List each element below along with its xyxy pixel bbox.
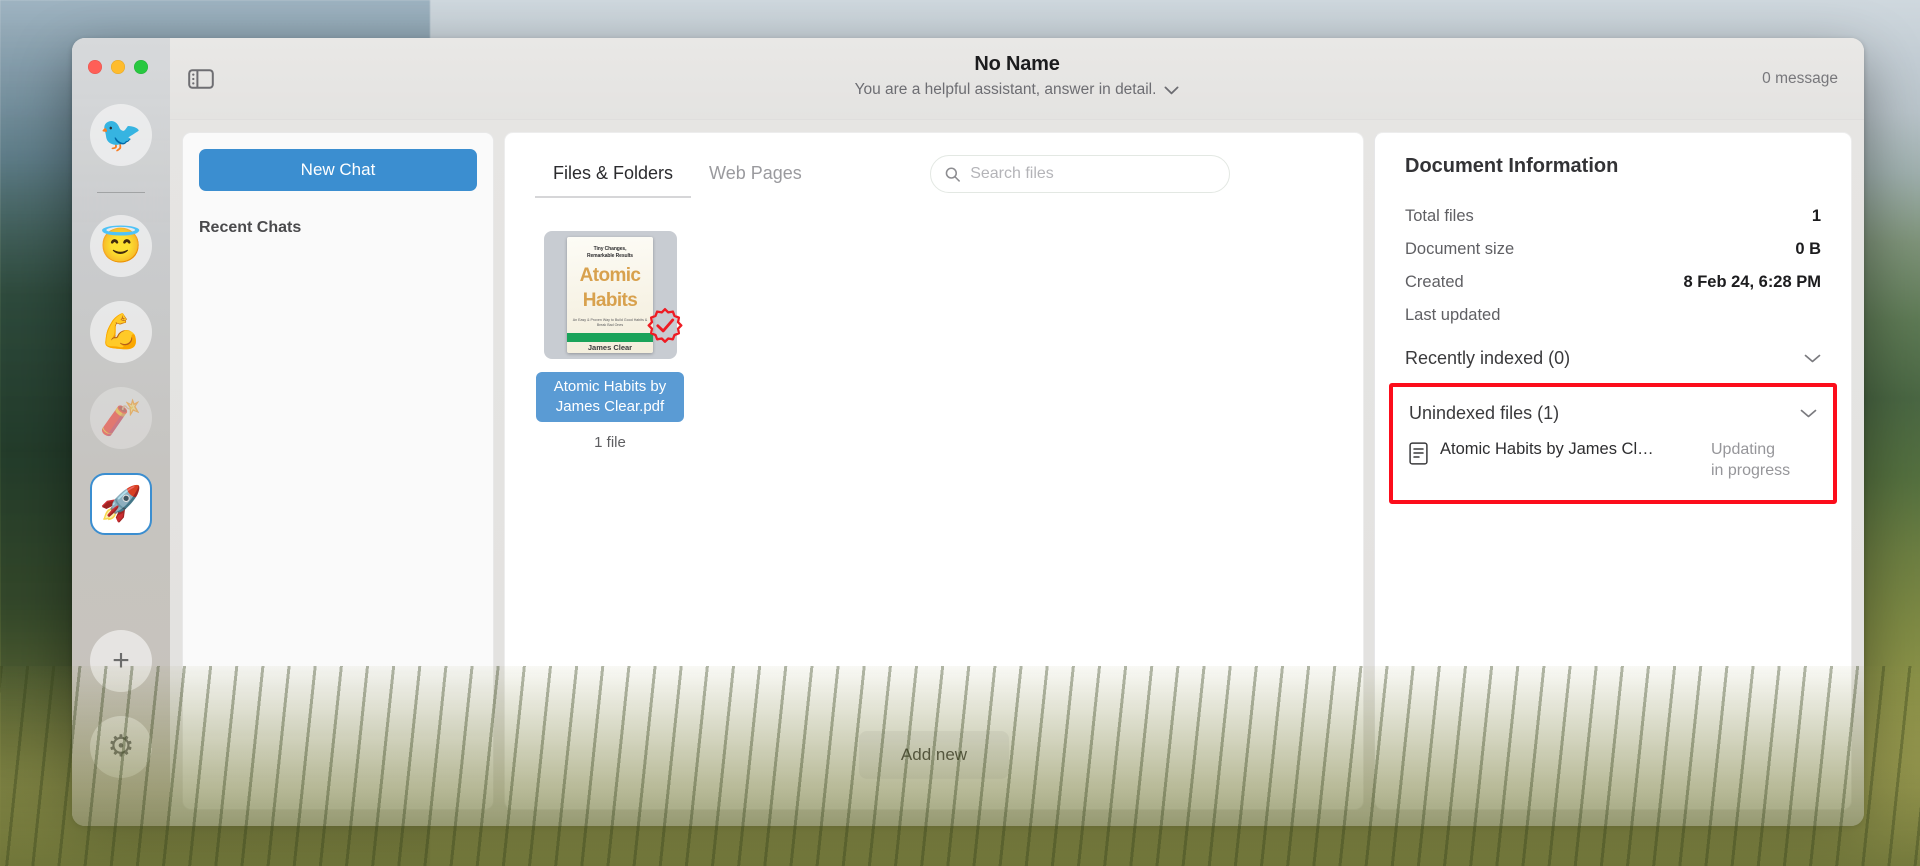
book-cover-image: Tiny Changes, Remarkable Results Atomic … [567,237,653,353]
info-row-document-size: Document size 0 B [1405,233,1821,266]
recently-indexed-label: Recently indexed (0) [1405,348,1571,368]
recent-chats-heading: Recent Chats [199,219,302,236]
rail-item-angel[interactable]: 😇 [90,215,152,277]
tab-web-pages[interactable]: Web Pages [691,163,820,198]
unindexed-files-label: Unindexed files (1) [1409,403,1560,423]
file-thumbnail: Tiny Changes, Remarkable Results Atomic … [543,231,682,359]
app-window: 🐦 😇 💪 🧨 🚀 + ⚙ No Name You are a helpful … [72,38,1864,826]
search-input[interactable] [970,165,1215,183]
message-count-label: 0 message [1762,69,1838,87]
file-name-label: Atomic Habits by James Clear.pdf [536,372,684,422]
rail-item-bird[interactable]: 🐦 [90,104,152,166]
sidebar-toggle-button[interactable] [184,62,218,96]
assistant-prompt-dropdown[interactable]: You are a helpful assistant, answer in d… [855,80,1180,100]
bird-icon: 🐦 [99,116,143,154]
page-title: No Name [974,53,1060,75]
info-label: Last updated [1405,306,1501,324]
info-value: 1 [1811,207,1821,225]
chevron-down-icon [1164,86,1179,94]
plus-icon: + [112,644,130,677]
info-label: Document size [1405,240,1515,258]
unindexed-files-section-header[interactable]: Unindexed files (1) [1409,387,1817,438]
header-center-block: No Name You are a helpful assistant, ans… [170,52,1864,100]
info-label: Created [1405,273,1464,291]
add-new-row: Add new [505,731,1363,809]
book-cover-title-line2: Habits [582,290,638,312]
rail-divider [97,192,145,193]
book-cover-subtitle: An Easy & Proven Way to Build Good Habit… [572,317,648,328]
recently-indexed-section-header[interactable]: Recently indexed (0) [1405,332,1821,383]
rail-item-rocket[interactable]: 🚀 [90,473,152,535]
close-window-button[interactable] [88,60,102,74]
files-panel: Files & Folders Web Pages Search files T… [504,132,1364,810]
files-grid: Tiny Changes, Remarkable Results Atomic … [505,205,1363,731]
info-label: Total files [1405,207,1474,225]
book-cover-author: James Clear [587,343,633,352]
gear-icon: ⚙ [107,730,135,763]
info-value: 0 B [1795,240,1821,258]
window-titlebar: No Name You are a helpful assistant, ans… [170,38,1864,120]
minimize-window-button[interactable] [111,60,125,74]
assistant-prompt-text: You are a helpful assistant, answer in d… [854,81,1157,98]
file-card[interactable]: Tiny Changes, Remarkable Results Atomic … [535,231,685,451]
rail-item-muscle[interactable]: 💪 [90,301,152,363]
check-badge-icon [647,307,682,343]
firecracker-icon: 🧨 [99,399,143,437]
window-traffic-lights [88,60,148,74]
maximize-window-button[interactable] [134,60,148,74]
files-tabs: Files & Folders Web Pages [505,133,1363,205]
add-assistant-button[interactable]: + [90,630,152,692]
window-content: No Name You are a helpful assistant, ans… [170,38,1864,826]
sidebar-toggle-icon [188,68,214,89]
search-files-field[interactable] [929,155,1230,193]
book-cover-tagline: Tiny Changes, Remarkable Results [586,246,633,259]
unindexed-files-highlight-box: Unindexed files (1) Atomic Habits by Jam… [1389,383,1837,504]
info-row-created: Created 8 Feb 24, 6:28 PM [1405,266,1821,299]
chevron-down-icon [1800,409,1817,418]
settings-button[interactable]: ⚙ [90,716,152,778]
unindexed-file-name: Atomic Habits by James Cl… [1440,440,1654,458]
info-row-last-updated: Last updated [1405,299,1821,332]
window-body: New Chat Recent Chats Files & Folders We… [170,120,1864,826]
assistant-rail: 🐦 😇 💪 🧨 🚀 + ⚙ [72,38,170,826]
info-row-total-files: Total files 1 [1405,200,1821,233]
chevron-down-icon [1804,354,1821,363]
angel-icon: 😇 [99,227,143,265]
rail-bottom-group: + ⚙ [90,630,152,826]
add-new-button[interactable]: Add new [858,731,1010,779]
rocket-icon: 🚀 [99,485,143,523]
search-icon [945,166,960,182]
new-chat-button[interactable]: New Chat [199,149,477,191]
desktop-wallpaper: 🐦 😇 💪 🧨 🚀 + ⚙ No Name You are a helpful … [0,0,1920,866]
document-icon [1409,442,1428,465]
document-information-title: Document Information [1405,155,1619,177]
muscle-icon: 💪 [99,313,143,351]
rail-item-firecracker[interactable]: 🧨 [90,387,152,449]
chat-sidebar: New Chat Recent Chats [182,132,494,810]
info-value: 8 Feb 24, 6:28 PM [1683,273,1821,291]
unindexed-file-row[interactable]: Atomic Habits by James Cl… Updating in p… [1409,438,1817,482]
document-information-panel: Document Information Total files 1 Docum… [1374,132,1852,810]
book-cover-title-line1: Atomic [579,264,641,286]
unindexed-file-status: Updating in progress [1711,441,1791,479]
tab-files-and-folders[interactable]: Files & Folders [535,163,692,198]
book-cover-band [567,333,653,342]
file-count-label: 1 file [594,433,626,451]
